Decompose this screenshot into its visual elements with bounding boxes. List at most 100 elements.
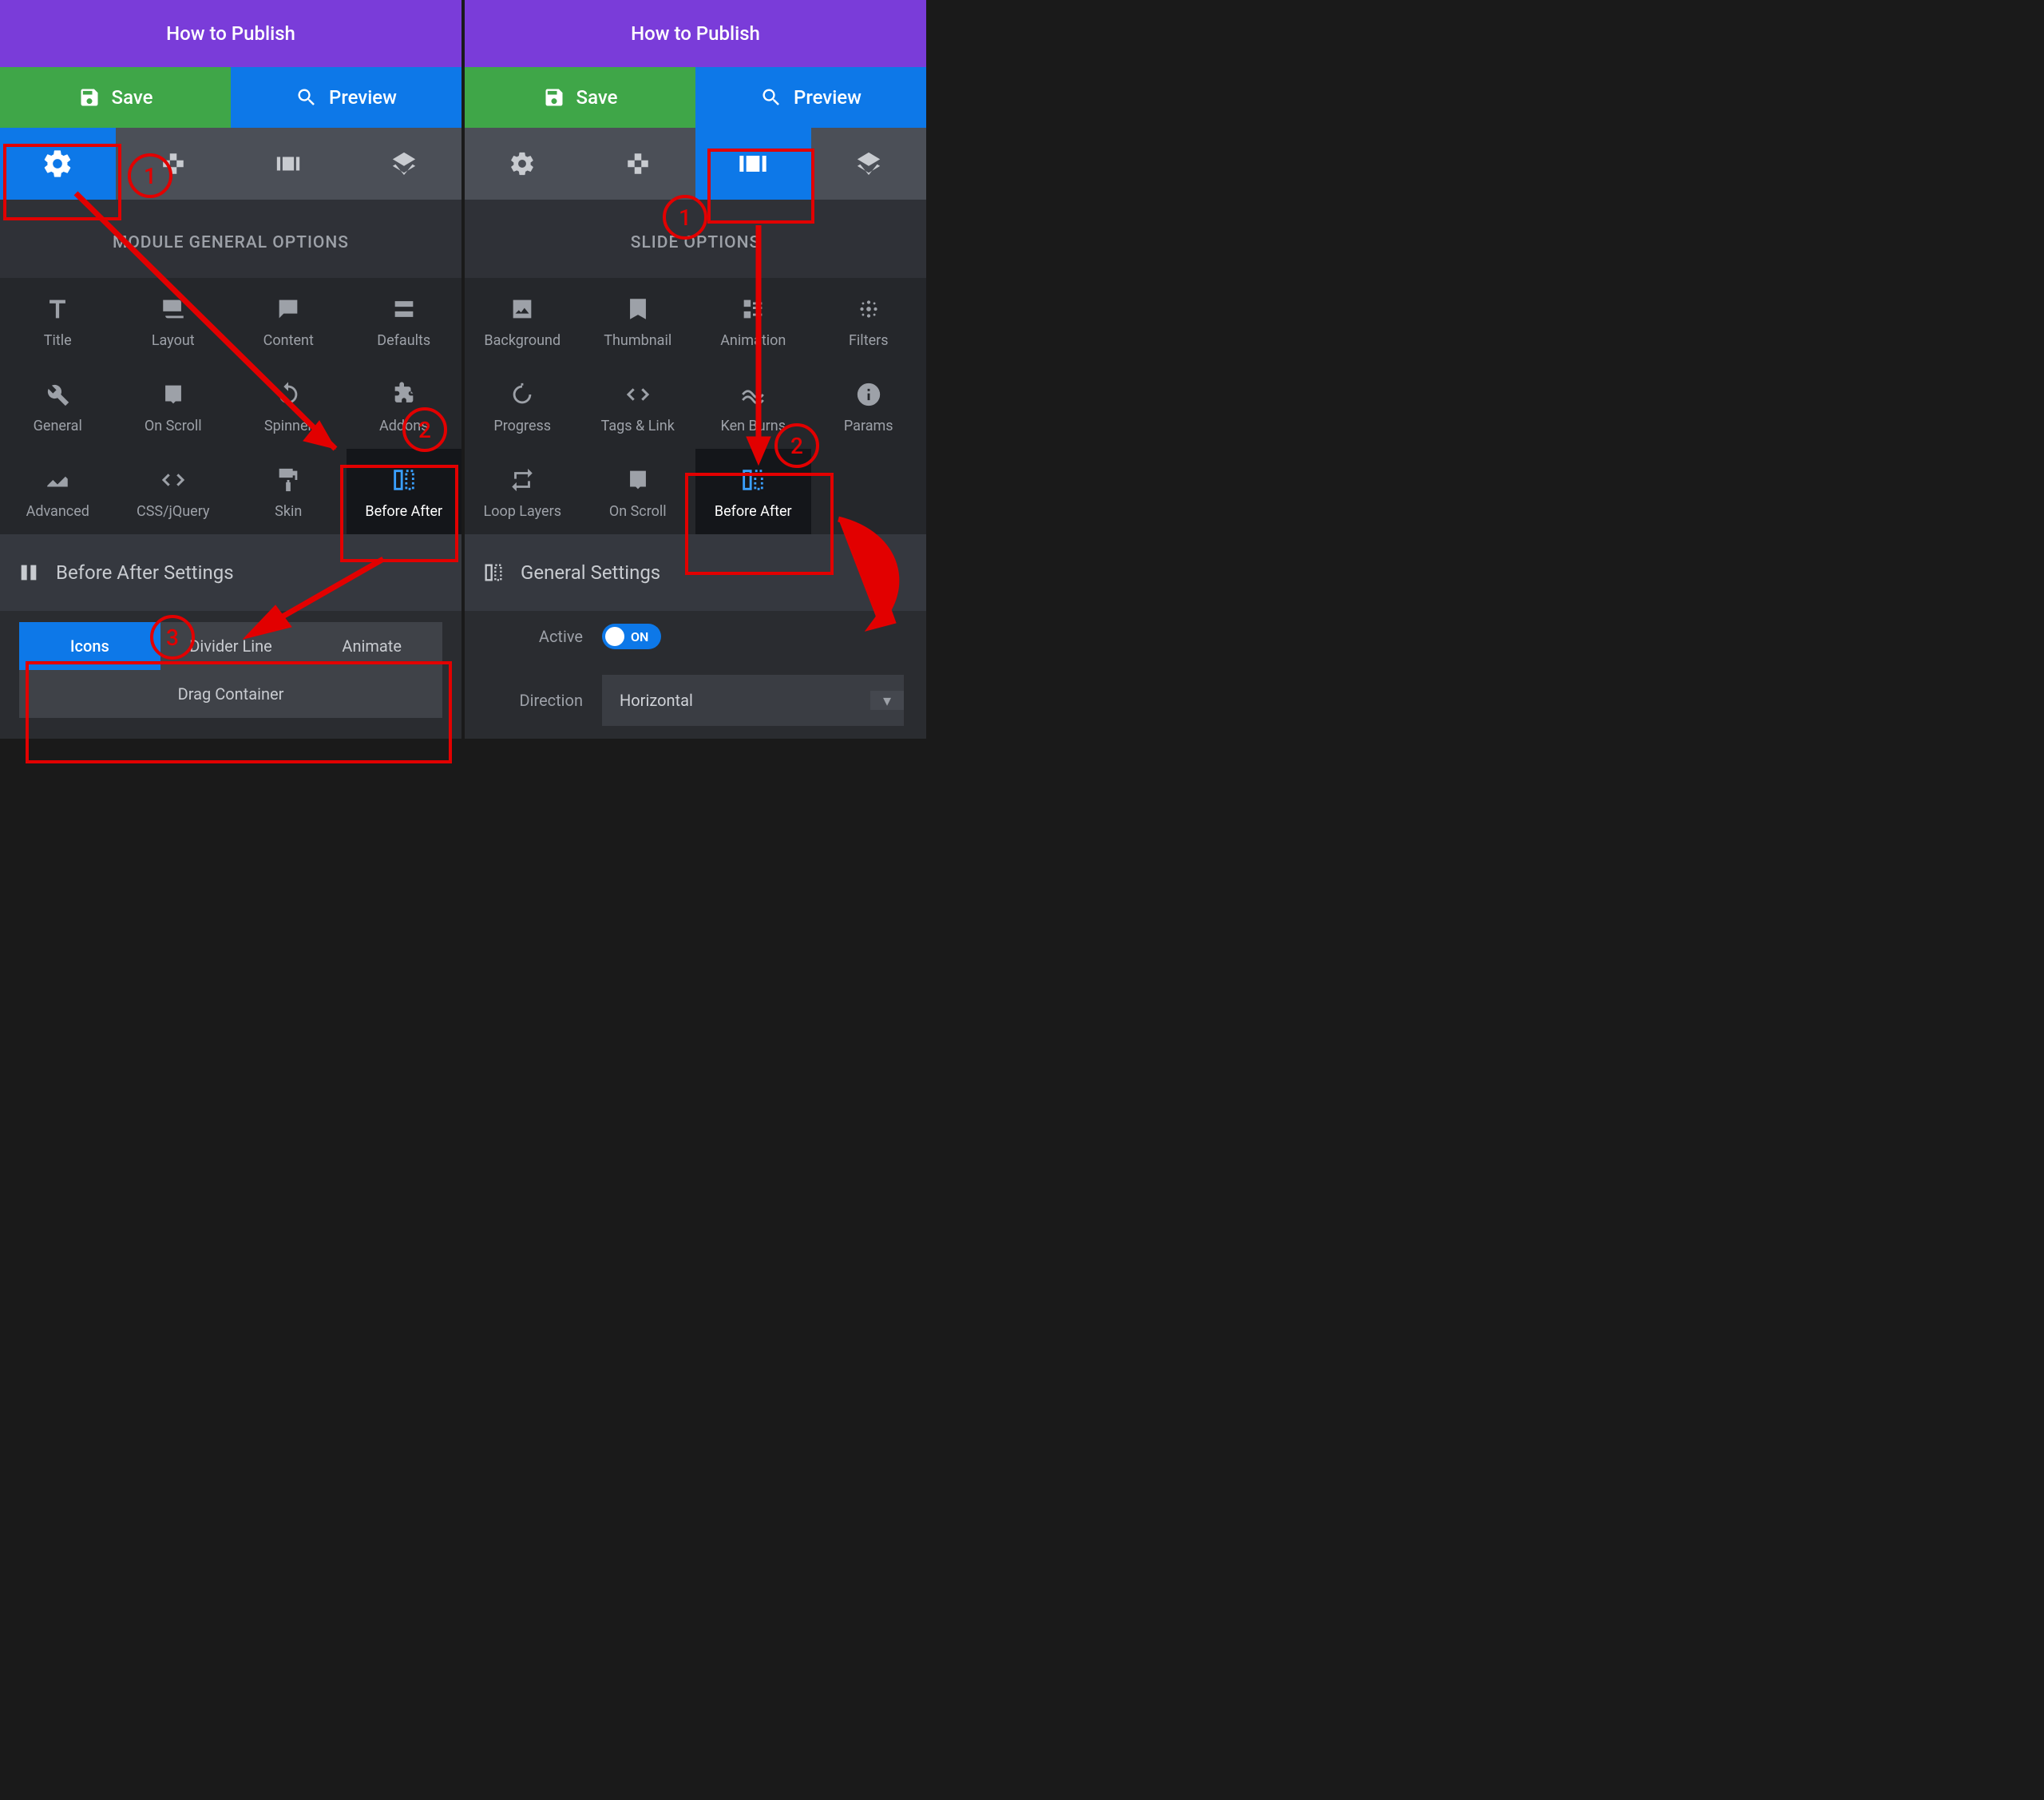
grid-layout[interactable]: Layout [116,278,232,363]
info-icon [855,381,882,408]
search-icon [760,86,782,109]
blur-icon [855,295,882,323]
grid-general[interactable]: General [0,363,116,449]
paint-icon [275,466,302,494]
spinner-icon [275,381,302,408]
title-icon [44,295,71,323]
carousel-icon [275,150,302,177]
subtab-animate[interactable]: Animate [301,622,442,670]
active-label: Active [487,627,583,646]
tab-strip [0,128,461,200]
module-grid: Title Layout Content Defaults General On… [0,278,461,534]
gear-icon [42,148,73,180]
layout-icon [160,295,187,323]
grid-addons[interactable]: Addons [347,363,462,449]
bookmark-icon [624,295,652,323]
before-after-icon [390,466,418,494]
chart-icon [44,466,71,494]
grid-skin[interactable]: Skin [231,449,347,534]
grid-filters[interactable]: Filters [811,278,927,363]
slide-grid: Background Thumbnail Animation Filters P… [465,278,926,534]
row-direction: Direction Horizontal ▾ [465,662,926,739]
tab-navigation[interactable] [580,128,696,200]
preview-label: Preview [329,86,397,109]
preview-button[interactable]: Preview [695,67,926,128]
grid-beforeafter[interactable]: Before After [695,449,811,534]
grid-params[interactable]: Params [811,363,927,449]
direction-label: Direction [487,691,583,710]
tab-settings[interactable] [0,128,116,200]
toggle-knob [605,627,624,646]
row-active: Active ON [465,611,926,662]
scroll-icon [624,466,652,494]
save-label: Save [576,86,618,109]
wrench-icon [44,381,71,408]
gear-icon [509,150,536,177]
grid-onscroll[interactable]: On Scroll [116,363,232,449]
settings-header: Before After Settings [0,534,461,611]
subtab-divider[interactable]: Divider Line [160,622,302,670]
save-icon [78,86,101,109]
subtab-dragcontainer[interactable]: Drag Container [19,670,442,718]
save-label: Save [112,86,153,109]
grid-defaults[interactable]: Defaults [347,278,462,363]
grid-animation[interactable]: Animation [695,278,811,363]
grid-spinner[interactable]: Spinner [231,363,347,449]
layers-icon [390,150,418,177]
code-icon [624,381,652,408]
tab-layers[interactable] [347,128,462,200]
puzzle-icon [390,381,418,408]
content-icon [275,295,302,323]
preview-button[interactable]: Preview [231,67,461,128]
direction-value: Horizontal [620,691,693,710]
action-row: Save Preview [465,67,926,128]
publish-header[interactable]: How to Publish [0,0,461,67]
tab-settings[interactable] [465,128,580,200]
timer-icon [509,381,536,408]
publish-header[interactable]: How to Publish [465,0,926,67]
before-after-icon [482,561,505,584]
panel-module: How to Publish Save Preview MODULE GENER… [0,0,461,739]
animation-icon [739,295,766,323]
tab-layers[interactable] [811,128,927,200]
defaults-icon [390,295,418,323]
save-icon [543,86,565,109]
wave-icon [739,381,766,408]
active-toggle[interactable]: ON [602,624,661,649]
direction-select[interactable]: Horizontal ▾ [602,675,904,726]
tab-strip [465,128,926,200]
subtab-icons[interactable]: Icons [19,622,160,670]
preview-label: Preview [794,86,862,109]
tab-slides[interactable] [695,128,811,200]
grid-title[interactable]: Title [0,278,116,363]
before-after-icon [739,466,766,494]
before-after-icon [18,561,40,584]
grid-cssjquery[interactable]: CSS/jQuery [116,449,232,534]
grid-beforeafter[interactable]: Before After [347,449,462,534]
grid-tagslink[interactable]: Tags & Link [580,363,696,449]
grid-advanced[interactable]: Advanced [0,449,116,534]
tab-navigation[interactable] [116,128,232,200]
chevron-down-icon: ▾ [870,691,904,710]
action-row: Save Preview [0,67,461,128]
image-icon [509,295,536,323]
settings-header: General Settings [465,534,926,611]
grid-looplayers[interactable]: Loop Layers [465,449,580,534]
dpad-icon [624,150,652,177]
save-button[interactable]: Save [0,67,231,128]
scroll-icon [160,381,187,408]
panel-slide: How to Publish Save Preview SLIDE OPTION… [465,0,926,739]
layers-icon [855,150,882,177]
toggle-text: ON [631,629,648,644]
save-button[interactable]: Save [465,67,695,128]
grid-thumbnail[interactable]: Thumbnail [580,278,696,363]
grid-content[interactable]: Content [231,278,347,363]
tab-slides[interactable] [231,128,347,200]
section-title: SLIDE OPTIONS [465,200,926,278]
dpad-icon [160,150,187,177]
grid-progress[interactable]: Progress [465,363,580,449]
grid-onscroll[interactable]: On Scroll [580,449,696,534]
grid-background[interactable]: Background [465,278,580,363]
search-icon [295,86,318,109]
grid-kenburns[interactable]: Ken Burns [695,363,811,449]
